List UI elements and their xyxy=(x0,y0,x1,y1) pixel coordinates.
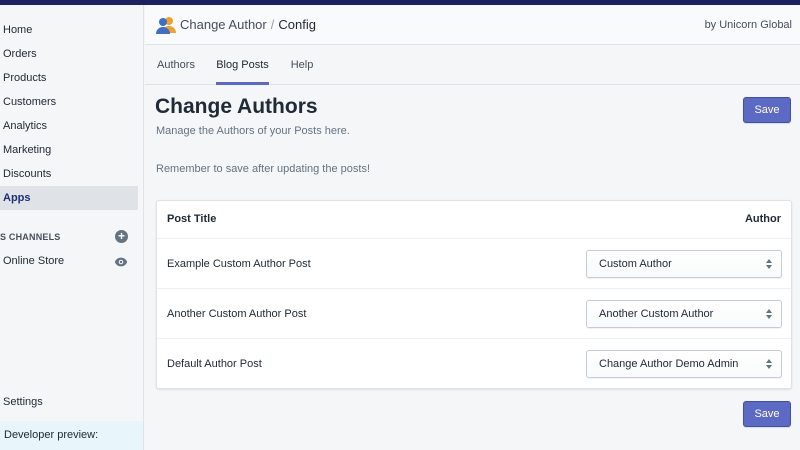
eye-icon[interactable] xyxy=(114,255,128,269)
breadcrumb: Change Author / Config xyxy=(180,17,316,33)
table-row: Another Custom Author Post Another Custo… xyxy=(157,288,791,338)
author-select-value: Custom Author xyxy=(599,258,672,270)
post-title: Another Custom Author Post xyxy=(167,308,307,320)
post-title: Example Custom Author Post xyxy=(167,258,311,270)
sidebar-item-label: Settings xyxy=(3,396,43,408)
table-row: Default Author Post Change Author Demo A… xyxy=(157,338,791,388)
sidebar-item-label: Online Store xyxy=(3,255,65,267)
breadcrumb-page: Config xyxy=(278,17,316,32)
post-title: Default Author Post xyxy=(167,358,262,370)
sidebar-item-orders[interactable]: Orders xyxy=(0,42,138,66)
author-select-value: Another Custom Author xyxy=(599,308,714,320)
app-header: Change Author / Config by Unicorn Global xyxy=(145,5,800,45)
column-header-author: Author xyxy=(744,213,781,225)
sidebar-item-discounts[interactable]: Discounts xyxy=(0,162,138,186)
tab-bar: Authors Blog Posts Help xyxy=(145,45,800,85)
save-button-top[interactable]: Save xyxy=(743,97,791,123)
breadcrumb-separator: / xyxy=(270,17,275,32)
sidebar-item-marketing[interactable]: Marketing xyxy=(0,138,138,162)
sidebar-item-analytics[interactable]: Analytics xyxy=(0,114,138,138)
developer-credit: by Unicorn Global xyxy=(704,19,792,31)
save-reminder: Remember to save after updating the post… xyxy=(156,163,371,175)
developer-preview-banner: Developer preview: xyxy=(0,421,143,450)
sidebar-item-label: Orders xyxy=(3,48,37,60)
author-select[interactable]: Custom Author xyxy=(586,250,782,278)
sidebar-item-label: Apps xyxy=(3,192,31,204)
sidebar-item-label: Discounts xyxy=(3,168,52,180)
sidebar-item-settings[interactable]: Settings xyxy=(0,390,138,414)
sidebar-item-label: Products xyxy=(3,72,47,84)
users-icon xyxy=(156,17,176,34)
sidebar-item-label: Marketing xyxy=(3,144,52,156)
add-sales-channel-icon[interactable]: + xyxy=(115,230,128,243)
sidebar: Home Orders Products Customers Analytics… xyxy=(0,5,144,450)
tab-authors[interactable]: Authors xyxy=(155,45,197,85)
author-select-value: Change Author Demo Admin xyxy=(599,358,739,370)
tab-blog-posts[interactable]: Blog Posts xyxy=(216,45,269,85)
page-subtitle: Manage the Authors of your Posts here. xyxy=(156,125,350,137)
page-title: Change Authors xyxy=(155,95,318,118)
column-header-post-title: Post Title xyxy=(167,213,217,225)
sidebar-item-apps[interactable]: Apps xyxy=(0,186,138,210)
sidebar-item-customers[interactable]: Customers xyxy=(0,90,138,114)
sidebar-item-products[interactable]: Products xyxy=(0,66,138,90)
author-select[interactable]: Another Custom Author xyxy=(586,300,782,328)
sidebar-item-label: Analytics xyxy=(3,120,48,132)
select-arrows-icon xyxy=(766,309,772,319)
table-row: Example Custom Author Post Custom Author xyxy=(157,238,791,288)
sidebar-item-home[interactable]: Home xyxy=(0,18,138,42)
posts-table: Post Title Author Example Custom Author … xyxy=(156,200,792,389)
select-arrows-icon xyxy=(766,359,772,369)
breadcrumb-app-name[interactable]: Change Author xyxy=(180,17,267,32)
sidebar-item-label: Home xyxy=(3,24,33,36)
tab-help[interactable]: Help xyxy=(290,45,314,85)
sidebar-item-label: Customers xyxy=(3,96,57,108)
select-arrows-icon xyxy=(766,259,772,269)
author-select[interactable]: Change Author Demo Admin xyxy=(586,350,782,378)
save-button-bottom[interactable]: Save xyxy=(743,401,791,427)
